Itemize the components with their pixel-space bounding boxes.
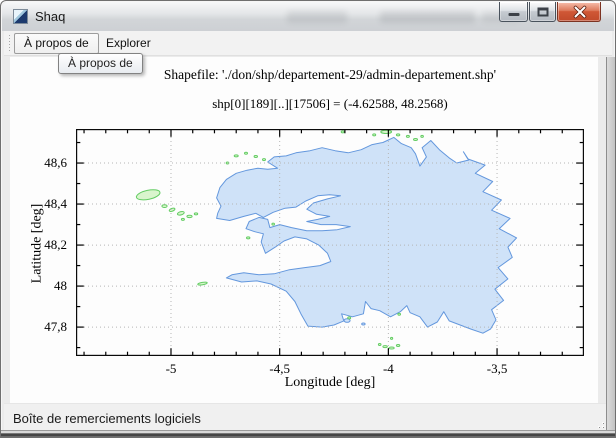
- island: [247, 237, 250, 239]
- menu-item-a-propos[interactable]: À propos de: [14, 33, 99, 54]
- island: [162, 205, 167, 208]
- maximize-icon: [537, 7, 548, 16]
- app-window: Shaq À propos de Explorer: [0, 0, 616, 438]
- app-icon: [13, 9, 28, 24]
- caption-buttons: [498, 2, 601, 22]
- island: [398, 313, 401, 315]
- window-title: Shaq: [35, 2, 65, 31]
- island: [396, 345, 399, 347]
- island: [187, 215, 192, 217]
- island: [378, 344, 381, 346]
- map-plot[interactable]: [76, 129, 584, 356]
- x-tick-label: -5: [141, 361, 201, 377]
- plot-subtitle: shp[0][189][..][17506] = (-4.62588, 48.2…: [76, 96, 584, 112]
- island: [414, 139, 418, 141]
- y-tick-label: 48,6: [1, 155, 71, 171]
- island: [391, 337, 393, 339]
- island: [341, 131, 344, 133]
- island: [383, 346, 387, 348]
- island: [272, 223, 275, 225]
- island: [245, 152, 248, 154]
- island: [348, 317, 351, 319]
- island: [389, 347, 394, 349]
- land-polygon: [217, 137, 517, 333]
- island: [373, 134, 376, 136]
- tooltip: À propos de: [58, 53, 143, 74]
- island: [169, 207, 176, 212]
- x-tick-label: -3,5: [467, 361, 527, 377]
- close-icon: [558, 2, 602, 22]
- screen: Shaq À propos de Explorer: [0, 0, 616, 438]
- titlebar[interactable]: Shaq: [2, 2, 614, 31]
- island: [198, 282, 208, 286]
- window-right-border: [606, 57, 615, 430]
- island: [181, 218, 184, 220]
- titlebar-ghost: [287, 11, 347, 23]
- island: [194, 213, 197, 215]
- island: [396, 134, 399, 136]
- island: [177, 211, 185, 216]
- island: [234, 155, 238, 157]
- statusbar-text: Boîte de remerciements logiciels: [13, 404, 201, 433]
- y-tick-label: 48,2: [1, 237, 71, 253]
- close-button[interactable]: [557, 2, 601, 22]
- window-bottom-border: [1, 430, 615, 437]
- island: [381, 130, 392, 133]
- toolbar-grip[interactable]: [8, 35, 11, 51]
- y-tick-label: 48,4: [1, 196, 71, 212]
- island: [263, 159, 266, 161]
- y-tick-label: 48: [1, 278, 71, 294]
- x-tick-label: -4,5: [250, 361, 310, 377]
- x-tick-label: -4: [358, 361, 418, 377]
- maximize-button[interactable]: [529, 2, 556, 22]
- minimize-button[interactable]: [499, 2, 528, 22]
- y-tick-label: 47,8: [1, 319, 71, 335]
- statusbar: Boîte de remerciements logiciels: [4, 403, 612, 432]
- plot-title: Shapefile: './don/shp/departement-29/adm…: [76, 67, 584, 83]
- island: [136, 188, 161, 202]
- x-axis-label: Longitude [deg]: [76, 375, 584, 391]
- menu-item-explorer[interactable]: Explorer: [100, 33, 157, 54]
- minimize-icon: [508, 13, 519, 16]
- island: [406, 135, 409, 137]
- island: [254, 156, 257, 158]
- titlebar-ghost: [380, 11, 475, 23]
- island: [362, 323, 365, 325]
- island: [421, 135, 424, 137]
